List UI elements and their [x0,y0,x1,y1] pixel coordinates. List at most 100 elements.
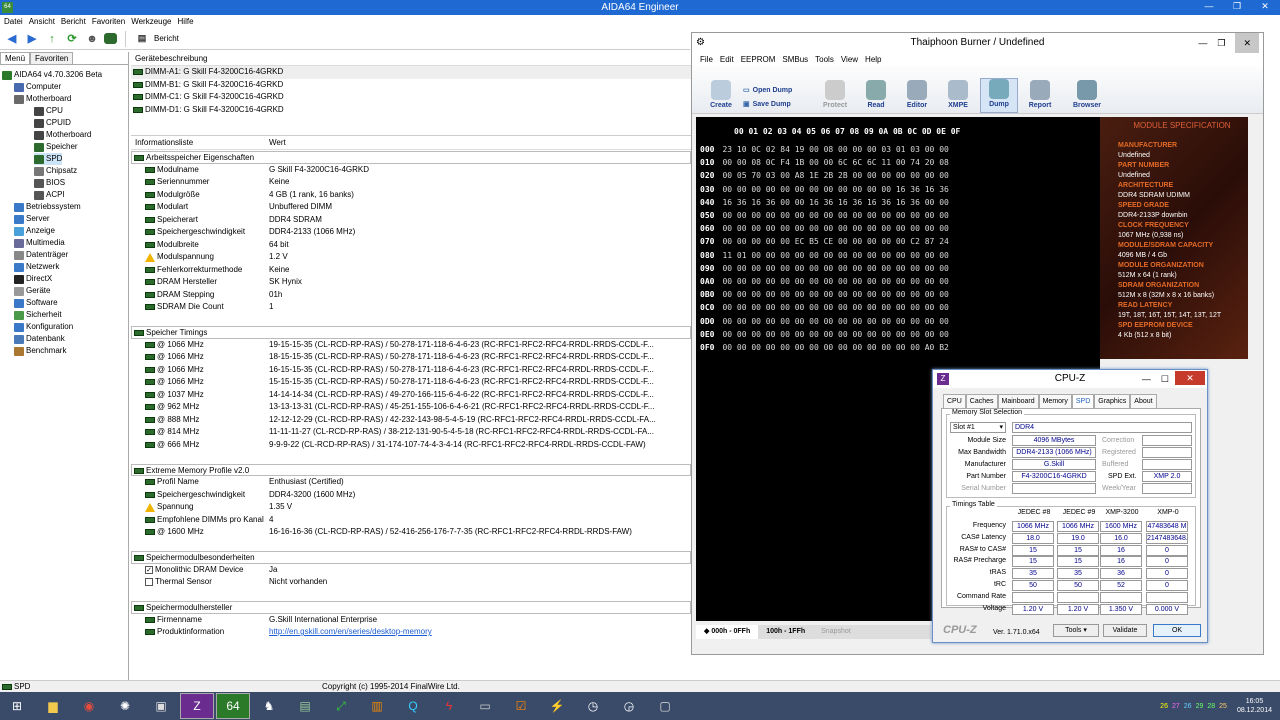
info-row[interactable]: SDRAM Die Count 1 [131,301,691,314]
tree-item[interactable]: Software [14,297,58,309]
info-row[interactable]: Speicherart DDR4 SDRAM [131,214,691,227]
tree-item[interactable]: Netzwerk [14,261,59,273]
menu-datei[interactable]: Datei [4,15,23,28]
menu-favoriten[interactable]: Favoriten [92,15,125,28]
hex-row[interactable]: 070 00 00 00 00 00 EC B5 CE 00 00 00 00 0… [700,235,949,248]
tab-favoriten[interactable]: Favoriten [30,52,74,64]
tree-item[interactable]: ACPI [34,189,65,201]
hex-row[interactable]: 0F0 00 00 00 00 00 00 00 00 00 00 00 00 0… [700,341,949,354]
menu-help[interactable]: Help [865,53,881,66]
tab-snapshot[interactable]: Snapshot [813,625,859,639]
maximize-button[interactable]: ☐ [1161,370,1169,388]
tree-item[interactable]: Chipsatz [34,165,77,177]
report-icon[interactable]: ▤ [134,31,150,47]
info-row[interactable]: DRAM Hersteller SK Hynix [131,276,691,289]
menu-werkzeuge[interactable]: Werkzeuge [131,15,171,28]
product-link[interactable]: http://en.gskill.com/en/series/desktop-m… [269,626,432,639]
info-row[interactable]: Profil Name Enthusiast (Certified) [131,476,691,489]
info-row[interactable]: DRAM Stepping 01h [131,289,691,302]
tab-about[interactable]: About [1130,394,1157,408]
hex-row[interactable]: 0E0 00 00 00 00 00 00 00 00 00 00 00 00 0… [700,328,949,341]
info-group-header[interactable]: Speichermodulbesonderheiten [131,551,691,564]
save-dump-button[interactable]: ▣ Save Dump [743,100,813,109]
minimize-button[interactable]: — [1198,33,1207,53]
slot-select[interactable]: Slot #1 ▾ [950,422,1006,433]
info-row[interactable]: Firmenname G.Skill International Enterpri… [131,614,691,627]
info-row[interactable]: @ 814 MHz 11-11-11-27 (CL-RCD-RP-RAS) / 3… [131,426,691,439]
info-group-header[interactable]: Arbeitsspeicher Eigenschaften [131,151,691,164]
tab-spd[interactable]: SPD [1071,394,1095,408]
info-row[interactable]: @ 666 MHz 9-9-9-22 (CL-RCD-RP-RAS) / 31-1… [131,439,691,452]
tab-cpu[interactable]: CPU [943,394,966,408]
info-group-header[interactable]: Speicher Timings [131,326,691,339]
tree-item[interactable]: CPU [34,105,63,117]
info-row[interactable]: Modulgröße 4 GB (1 rank, 16 banks) [131,189,691,202]
hex-row[interactable]: 020 00 05 70 03 00 A8 1E 2B 2B 00 00 00 0… [700,169,949,182]
hex-row[interactable]: 040 16 36 16 36 00 00 16 36 16 36 16 36 1… [700,196,949,209]
tree-item[interactable]: Motherboard [34,129,91,141]
info-row[interactable]: Seriennummer Keine [131,176,691,189]
menu-edit[interactable]: Edit [720,53,734,66]
report-button[interactable]: Report [1021,80,1059,113]
tab-menu[interactable]: Menü [0,52,31,64]
hex-row[interactable]: 030 00 00 00 00 00 00 00 00 00 00 00 00 1… [700,183,949,196]
info-row[interactable]: @ 1066 MHz 15-15-15-35 (CL-RCD-RP-RAS) / … [131,376,691,389]
flash-icon[interactable]: ϟ [432,693,466,719]
app-icon[interactable]: ▤ [288,693,322,719]
menu-eeprom[interactable]: EEPROM [741,53,776,66]
menu-view[interactable]: View [841,53,858,66]
info-group-header[interactable]: Speichermodulhersteller [131,601,691,614]
tab-page-0[interactable]: ◆ 000h - 0FFh [696,625,759,639]
info-key-header[interactable]: Informationsliste [135,136,193,150]
info-row[interactable]: @ 962 MHz 13-13-13-31 (CL-RCD-RP-RAS) / 4… [131,401,691,414]
open-dump-button[interactable]: ▭ Open Dump [743,86,813,95]
tree-item[interactable]: Geräte [14,285,50,297]
menu-bericht[interactable]: Bericht [61,15,86,28]
info-row[interactable]: Produktinformation http://en.gskill.com/e… [131,626,691,639]
tray-clock[interactable]: 16:05 08.12.2014 [1237,697,1272,715]
tree-item[interactable]: Datenträger [14,249,68,261]
browser-button[interactable]: Browser [1068,80,1106,113]
hex-row[interactable]: 060 00 00 00 00 00 00 00 00 00 00 00 00 0… [700,222,949,235]
info-row[interactable]: Modulbreite 64 bit [131,239,691,252]
app-icon[interactable]: ⤢ [324,693,358,719]
pinwheel-icon[interactable]: ✺ [108,693,142,719]
hex-row[interactable]: 0A0 00 00 00 00 00 00 00 00 00 00 00 00 0… [700,275,949,288]
explorer-icon[interactable]: ▆ [36,693,70,719]
menu-ansicht[interactable]: Ansicht [29,15,55,28]
user-icon[interactable]: ☻ [84,31,100,47]
tree-item[interactable]: Betriebssystem [14,201,81,213]
tree-item[interactable]: AIDA64 v4.70.3206 Beta [2,69,102,81]
menu-tools[interactable]: Tools [815,53,834,66]
cpuz-taskbar-icon[interactable]: Z [180,693,214,719]
info-row[interactable]: ✓ Monolithic DRAM Device Ja [131,564,691,577]
ok-button[interactable]: OK [1153,624,1201,637]
memory-module-icon[interactable] [104,33,117,44]
tree-item[interactable]: SPD [34,153,63,165]
info-row[interactable]: Speichergeschwindigkeit DDR4-3200 (1600 M… [131,489,691,502]
info-row[interactable]: Fehlerkorrekturmethode Keine [131,264,691,277]
hex-row[interactable]: 050 00 00 00 00 00 00 00 00 00 00 00 00 0… [700,209,949,222]
close-button[interactable]: ✕ [1235,33,1259,53]
device-row[interactable]: DIMM-B1: G Skill F4-3200C16-4GRKD [131,79,691,92]
info-group-header[interactable]: Extreme Memory Profile v2.0 [131,463,691,476]
hex-row[interactable]: 000 23 10 0C 02 84 19 00 08 00 00 00 03 0… [700,143,949,156]
minimize-button[interactable]: — [1142,370,1151,388]
xmpe-button[interactable]: XMPE [939,80,977,113]
start-button[interactable]: ⊞ [0,693,34,719]
search-icon[interactable]: Q [396,693,430,719]
info-row[interactable]: Modulname G Skill F4-3200C16-4GRKD [131,164,691,177]
tree-item[interactable]: CPUID [34,117,71,129]
validate-button[interactable]: Validate [1103,624,1147,637]
clock-icon[interactable]: ◷ [576,693,610,719]
info-row[interactable]: @ 1066 MHz 19-15-15-35 (CL-RCD-RP-RAS) / … [131,339,691,352]
menu-hilfe[interactable]: Hilfe [178,15,194,28]
report-button-label[interactable]: Bericht [154,34,179,43]
clock-icon[interactable]: ◶ [612,693,646,719]
tree-item[interactable]: Speicher [34,141,78,153]
tab-memory[interactable]: Memory [1038,394,1072,408]
info-row[interactable]: Spannung 1.35 V [131,501,691,514]
menu-smbus[interactable]: SMBus [782,53,808,66]
info-row[interactable]: @ 1066 MHz 16-15-15-35 (CL-RCD-RP-RAS) / … [131,364,691,377]
tree-item[interactable]: Sicherheit [14,309,62,321]
